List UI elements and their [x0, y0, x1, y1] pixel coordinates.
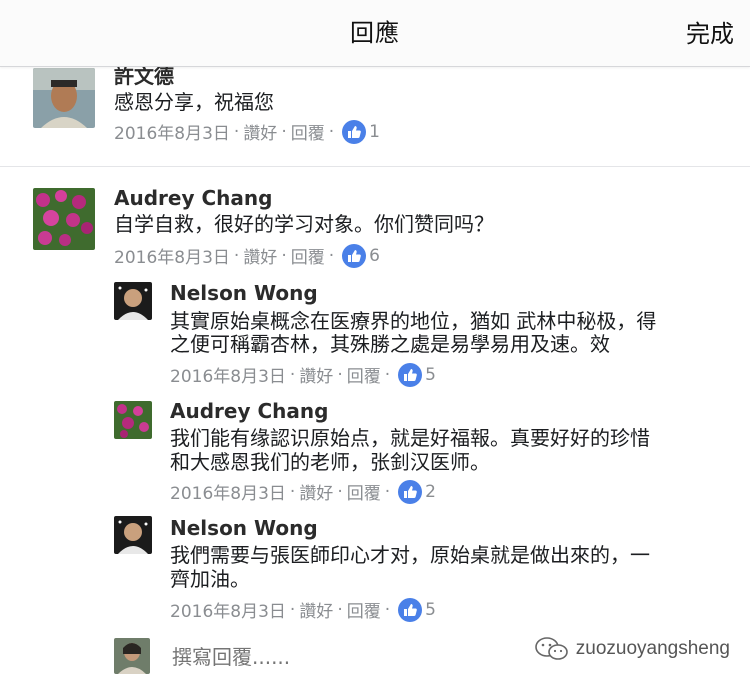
thumbs-up-icon[interactable] — [398, 479, 423, 504]
comment-meta: 2016年8月3日 · 讚好 · 回覆 · 6 — [114, 243, 380, 268]
reply-link[interactable]: 回覆 — [347, 479, 381, 504]
reply-text: 我们能有缘認识原始点，就是好福報。真要好好的珍惜 — [170, 426, 650, 450]
current-user-avatar — [114, 638, 150, 674]
done-button[interactable]: 完成 — [686, 14, 734, 49]
thumbs-up-icon[interactable] — [398, 597, 423, 622]
reply-link[interactable]: 回覆 — [347, 362, 381, 387]
like-count: 2 — [425, 481, 436, 502]
comment-meta: 2016年8月3日 · 讚好 · 回覆 · 1 — [114, 119, 380, 144]
thumbs-up-icon[interactable] — [398, 362, 423, 387]
reply-text: 之便可稱霸杏林，其殊勝之處是易學易用及速。效 — [170, 332, 610, 356]
reply-author[interactable]: Nelson Wong — [170, 281, 318, 305]
reply-link[interactable]: 回覆 — [347, 597, 381, 622]
reply-text: 齊加油。 — [170, 567, 250, 591]
avatar[interactable] — [33, 188, 95, 250]
reply-meta: 2016年8月3日 · 讚好 · 回覆 · 5 — [170, 597, 436, 622]
avatar[interactable] — [33, 68, 95, 128]
reply-text: 和大感恩我们的老师，张釗汉医师。 — [170, 450, 490, 474]
reply-text: 我們需要与張医師印心才对，原始桌就是做出來的，一 — [170, 543, 650, 567]
reply-date: 2016年8月3日 — [170, 367, 286, 387]
reply-link[interactable]: 回覆 — [291, 243, 325, 268]
reply-author[interactable]: Audrey Chang — [170, 399, 328, 423]
comment-date: 2016年8月3日 — [114, 124, 230, 144]
watermark: zuozuoyangsheng — [534, 636, 730, 662]
thumbs-up-icon[interactable] — [342, 243, 367, 268]
like-count: 6 — [369, 245, 380, 266]
reply-author[interactable]: Nelson Wong — [170, 516, 318, 540]
page-title: 回應 — [350, 19, 400, 47]
like-count: 5 — [425, 599, 436, 620]
reply-meta: 2016年8月3日 · 讚好 · 回覆 · 5 — [170, 362, 436, 387]
comment-author[interactable]: Audrey Chang — [114, 186, 272, 210]
avatar[interactable] — [114, 282, 152, 320]
wechat-icon — [534, 637, 568, 660]
header-bar: 回應 完成 — [0, 0, 750, 67]
comment-text: 感恩分享，祝福您 — [114, 90, 274, 114]
man-avatar-icon — [114, 516, 152, 554]
comment-text: 自学自救，很好的学习对象。你们赞同吗？ — [114, 212, 494, 236]
thumbs-up-icon[interactable] — [342, 119, 367, 144]
divider — [0, 166, 750, 167]
man-avatar-icon — [114, 282, 152, 320]
like-link[interactable]: 讚好 — [299, 597, 333, 622]
watermark-text: zuozuoyangsheng — [575, 638, 730, 659]
reply-input[interactable] — [170, 644, 474, 670]
woman-avatar-icon — [114, 638, 150, 674]
man-avatar-icon — [33, 68, 95, 128]
flowers-avatar-icon — [33, 188, 95, 250]
reply-date: 2016年8月3日 — [170, 484, 286, 504]
like-link[interactable]: 讚好 — [299, 479, 333, 504]
like-link[interactable]: 讚好 — [299, 362, 333, 387]
reply-date: 2016年8月3日 — [170, 602, 286, 622]
like-link[interactable]: 讚好 — [243, 243, 277, 268]
like-count: 1 — [369, 121, 380, 142]
reply-link[interactable]: 回覆 — [291, 119, 325, 144]
avatar[interactable] — [114, 516, 152, 554]
comment-date: 2016年8月3日 — [114, 248, 230, 268]
avatar[interactable] — [114, 401, 152, 439]
like-count: 5 — [425, 364, 436, 385]
flowers-avatar-icon — [114, 401, 152, 439]
reply-meta: 2016年8月3日 · 讚好 · 回覆 · 2 — [170, 479, 436, 504]
like-link[interactable]: 讚好 — [243, 119, 277, 144]
